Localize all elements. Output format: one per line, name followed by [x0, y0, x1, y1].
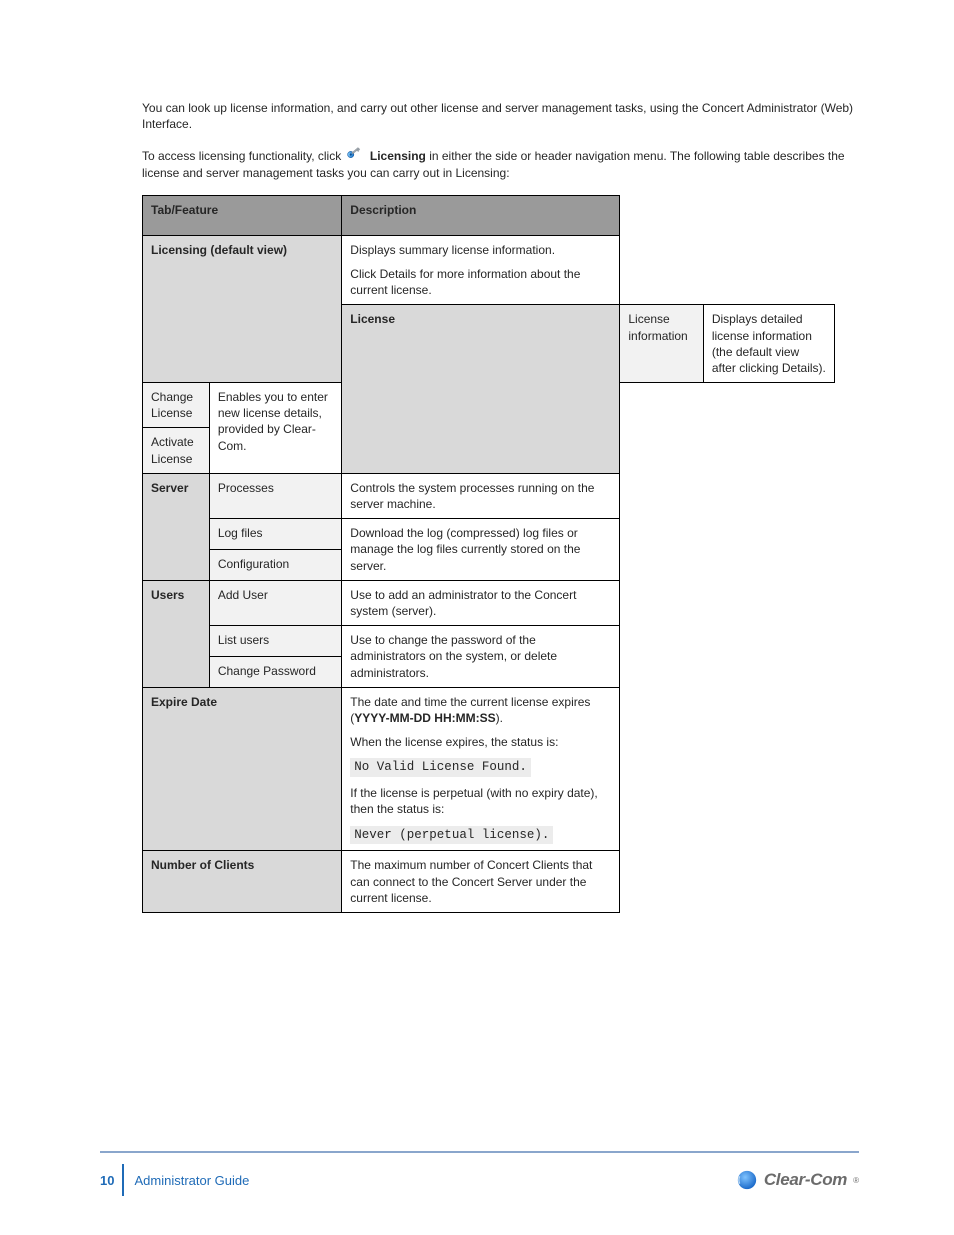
- intro-p1: You can look up license information, and…: [142, 100, 859, 132]
- brand-logo: Clear-Com ®: [736, 1169, 859, 1191]
- col-tab-feature: Tab/Feature: [143, 195, 342, 235]
- intro-p2: To access licensing functionality, click…: [142, 146, 859, 180]
- num-clients-label: Number of Clients: [143, 851, 342, 913]
- intro-paragraphs: You can look up license information, and…: [142, 100, 859, 181]
- code-perpetual: Never (perpetual license).: [350, 826, 553, 845]
- table-cell: Use to add an administrator to the Conce…: [342, 580, 620, 625]
- table-cell: Configuration: [209, 549, 341, 580]
- table-cell: Use to change the password of the admini…: [342, 626, 620, 688]
- table-cell: Licensing (default view): [143, 235, 342, 382]
- page-footer: 10 Administrator Guide Clear-Com ®: [100, 1151, 859, 1199]
- page-number: 10: [100, 1173, 122, 1188]
- licensing-link-label: Licensing: [367, 149, 426, 163]
- registered-mark: ®: [853, 1176, 859, 1185]
- table-cell: Change License: [143, 383, 210, 428]
- footer-title: Administrator Guide: [134, 1173, 249, 1188]
- table-cell: Server: [143, 473, 210, 580]
- brand-text: Clear-Com: [764, 1170, 847, 1190]
- code-no-license: No Valid License Found.: [350, 758, 531, 777]
- table-cell: Log files: [209, 519, 341, 550]
- table-cell: Users: [143, 580, 210, 687]
- footer-divider: [122, 1164, 124, 1196]
- brand-mark-icon: [736, 1169, 758, 1191]
- table-cell: License: [342, 305, 620, 474]
- table-cell: Processes: [209, 473, 341, 518]
- key-icon: [347, 146, 365, 164]
- table-cell: License information: [620, 305, 703, 383]
- licensing-table: Tab/Feature Description Licensing (defau…: [142, 195, 835, 913]
- table-cell: Displays detailed license information (t…: [703, 305, 834, 383]
- num-clients-desc: The maximum number of Concert Clients th…: [342, 851, 620, 913]
- expire-date-desc: The date and time the current license ex…: [342, 687, 620, 851]
- table-cell: Displays summary license information.Cli…: [342, 235, 620, 305]
- table-cell: List users: [209, 626, 341, 657]
- expire-date-label: Expire Date: [143, 687, 342, 851]
- table-cell: Download the log (compressed) log files …: [342, 519, 620, 581]
- table-cell: Activate License: [143, 428, 210, 473]
- col-description: Description: [342, 195, 620, 235]
- table-cell: Enables you to enter new license details…: [209, 383, 341, 474]
- table-cell: Change Password: [209, 656, 341, 687]
- table-cell: Controls the system processes running on…: [342, 473, 620, 518]
- table-cell: Add User: [209, 580, 341, 625]
